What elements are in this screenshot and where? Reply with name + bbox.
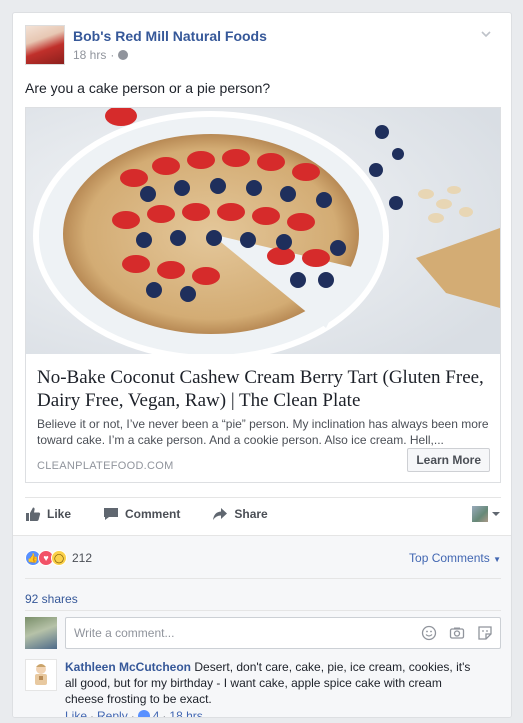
comment-author-avatar[interactable] — [25, 659, 57, 691]
post-as-avatar — [472, 506, 488, 522]
comment-body: Kathleen McCutcheon Desert, don't care, … — [65, 659, 483, 707]
feedback-section: 👍 ♥ ◯ 212 Top Comments ▼ 92 shares Write… — [13, 535, 511, 718]
globe-icon — [118, 50, 129, 60]
link-preview-image[interactable] — [26, 108, 500, 354]
emoji-icon[interactable] — [421, 625, 437, 641]
share-button[interactable]: Share — [212, 506, 268, 522]
caret-down-icon — [492, 512, 500, 516]
comment-sort-dropdown[interactable]: Top Comments ▼ — [409, 551, 501, 565]
caret-down-icon: ▼ — [493, 555, 501, 564]
composer-icons — [421, 625, 493, 641]
chevron-down-icon[interactable] — [479, 27, 493, 41]
comment-author-link[interactable]: Kathleen McCutcheon — [65, 660, 191, 674]
comment-meta: Like · Reply · 4 · 18 hrs — [65, 709, 203, 718]
cartoon-avatar-icon — [35, 664, 47, 685]
post-header: Bob's Red Mill Natural Foods 18 hrs · — [25, 25, 495, 67]
meta-dot: · — [130, 709, 135, 718]
meta-separator: · — [110, 48, 115, 62]
learn-more-button[interactable]: Learn More — [407, 448, 490, 472]
shares-count-link[interactable]: 92 shares — [25, 592, 78, 606]
comment-reply-link[interactable]: Reply — [97, 709, 128, 717]
post-message: Are you a cake person or a pie person? — [25, 80, 271, 96]
post-timestamp[interactable]: 18 hrs — [73, 48, 106, 62]
share-label: Share — [234, 506, 268, 521]
link-domain: CLEANPLATEFOOD.COM — [37, 460, 174, 472]
sort-label: Top Comments — [409, 551, 490, 565]
thumbs-up-icon — [26, 507, 41, 521]
comment-icon — [104, 507, 119, 520]
comment-like-count[interactable]: 4 — [153, 709, 160, 717]
meta-dot: · — [162, 709, 167, 718]
divider — [25, 578, 501, 579]
page-avatar[interactable] — [25, 25, 65, 65]
sticker-icon[interactable] — [477, 625, 493, 641]
page-name-link[interactable]: Bob's Red Mill Natural Foods — [73, 28, 267, 44]
wow-reaction-icon: ◯ — [51, 550, 67, 566]
reaction-count: 212 — [72, 551, 93, 565]
comment-composer — [25, 617, 501, 649]
meta-dot: · — [90, 709, 95, 718]
share-arrow-icon — [213, 507, 228, 520]
post-as-selector[interactable] — [472, 506, 501, 522]
like-button[interactable]: Like — [25, 506, 71, 522]
like-reaction-icon — [137, 710, 150, 717]
action-bar: Like Comment Share — [25, 497, 501, 529]
post-meta: 18 hrs · — [73, 48, 129, 62]
reactions-summary[interactable]: 👍 ♥ ◯ 212 — [25, 550, 92, 566]
post-card: Bob's Red Mill Natural Foods 18 hrs · Ar… — [12, 12, 512, 718]
camera-icon[interactable] — [449, 625, 465, 641]
comment-button[interactable]: Comment — [103, 506, 180, 522]
current-user-avatar — [25, 617, 57, 649]
link-title[interactable]: No-Bake Coconut Cashew Cream Berry Tart … — [37, 366, 487, 412]
comment-like-link[interactable]: Like — [65, 709, 87, 717]
like-label: Like — [47, 506, 72, 521]
comment-label: Comment — [125, 506, 181, 521]
link-preview[interactable]: No-Bake Coconut Cashew Cream Berry Tart … — [25, 107, 501, 483]
comment-timestamp[interactable]: 18 hrs — [169, 709, 202, 717]
link-description: Believe it or not, I’ve never been a “pi… — [37, 417, 489, 447]
divider — [25, 610, 501, 611]
